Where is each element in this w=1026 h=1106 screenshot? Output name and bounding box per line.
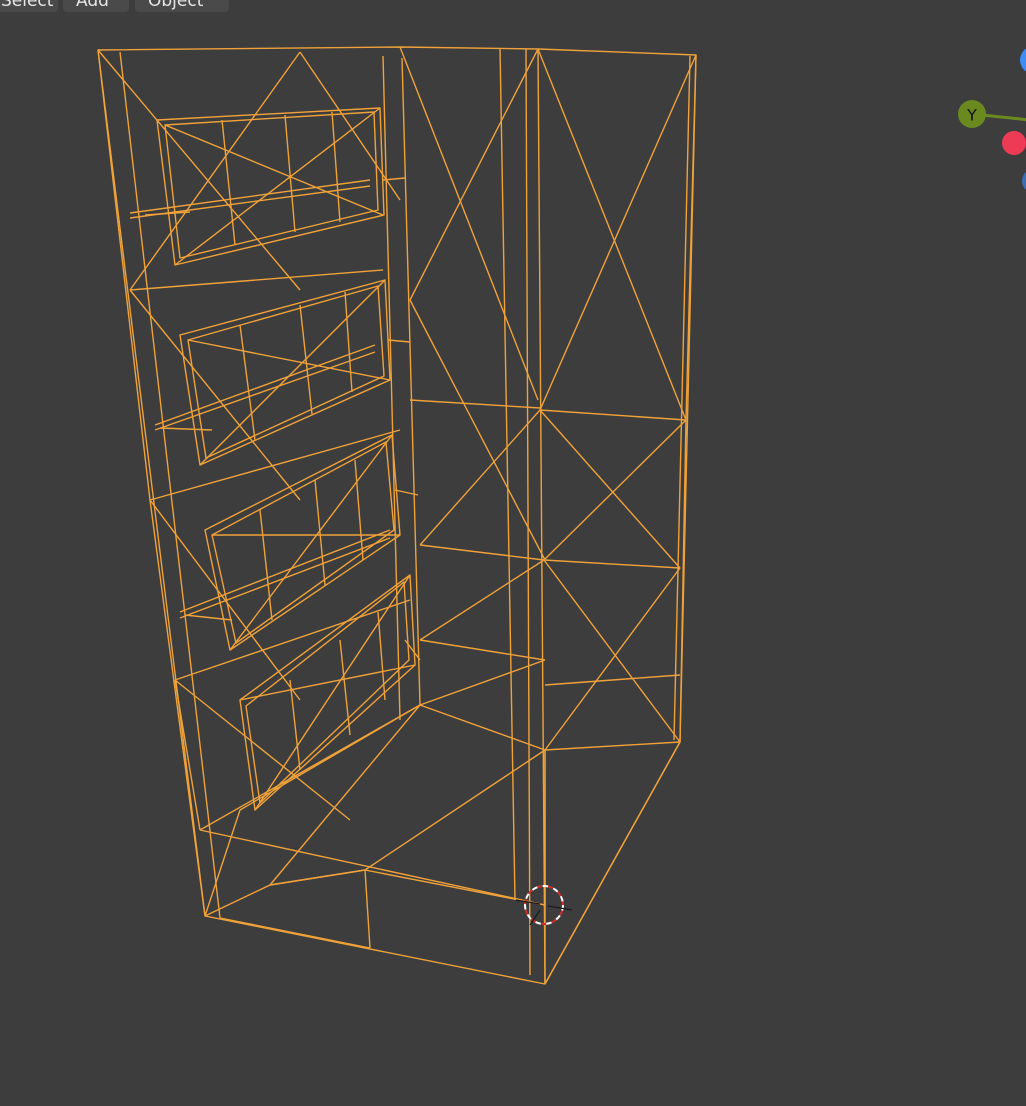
z-axis-negative-icon[interactable] (1022, 169, 1026, 193)
z-axis-positive-icon[interactable] (1020, 46, 1026, 74)
x-axis-positive-icon[interactable] (1002, 131, 1026, 155)
navigation-gizmo[interactable]: Y (0, 0, 1026, 1106)
3d-viewport[interactable]: Select Add Object Y (0, 0, 1026, 1106)
y-axis-label: Y (966, 106, 977, 125)
